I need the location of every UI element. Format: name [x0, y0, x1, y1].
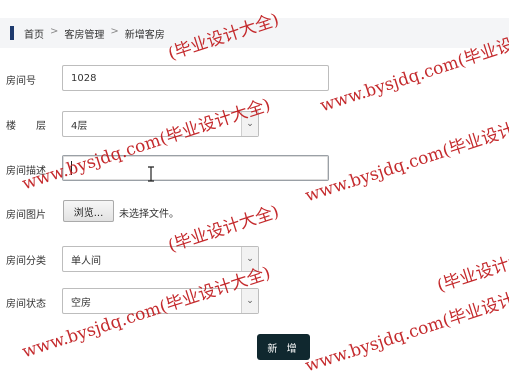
floor-value: 4层 [71, 120, 88, 132]
chevron-down-icon[interactable]: ⌄ [241, 289, 258, 313]
status-value: 空房 [71, 297, 91, 309]
category-label: 房间分类 [6, 256, 46, 267]
status-label: 房间状态 [6, 299, 46, 310]
room-number-value: 1028 [71, 72, 97, 84]
watermark-text: www.bysjdq.com(毕业设计大全) [302, 107, 509, 207]
category-select[interactable]: 单人间 ⌄ [62, 246, 259, 272]
breadcrumb-room-management[interactable]: 客房管理 [64, 26, 104, 41]
breadcrumb-current: 新增客房 [124, 30, 165, 41]
category-value: 单人间 [71, 255, 101, 267]
text-cursor-icon [148, 166, 154, 182]
watermark-text: www.bysjdq.com(毕业设计大全) [302, 277, 509, 377]
browse-file-button[interactable]: 浏览... [63, 200, 114, 222]
breadcrumb-home[interactable]: 首页 [24, 26, 44, 41]
floor-label: 楼 层 [6, 121, 46, 132]
breadcrumb-accent-bar [10, 26, 14, 40]
room-number-label: 房间号 [6, 76, 36, 87]
image-label: 房间图片 [6, 210, 46, 221]
room-number-input[interactable]: 1028 [62, 65, 329, 91]
breadcrumb-separator: > [50, 26, 59, 37]
breadcrumb-separator: > [110, 26, 119, 37]
file-status-text: 未选择文件。 [119, 209, 179, 220]
